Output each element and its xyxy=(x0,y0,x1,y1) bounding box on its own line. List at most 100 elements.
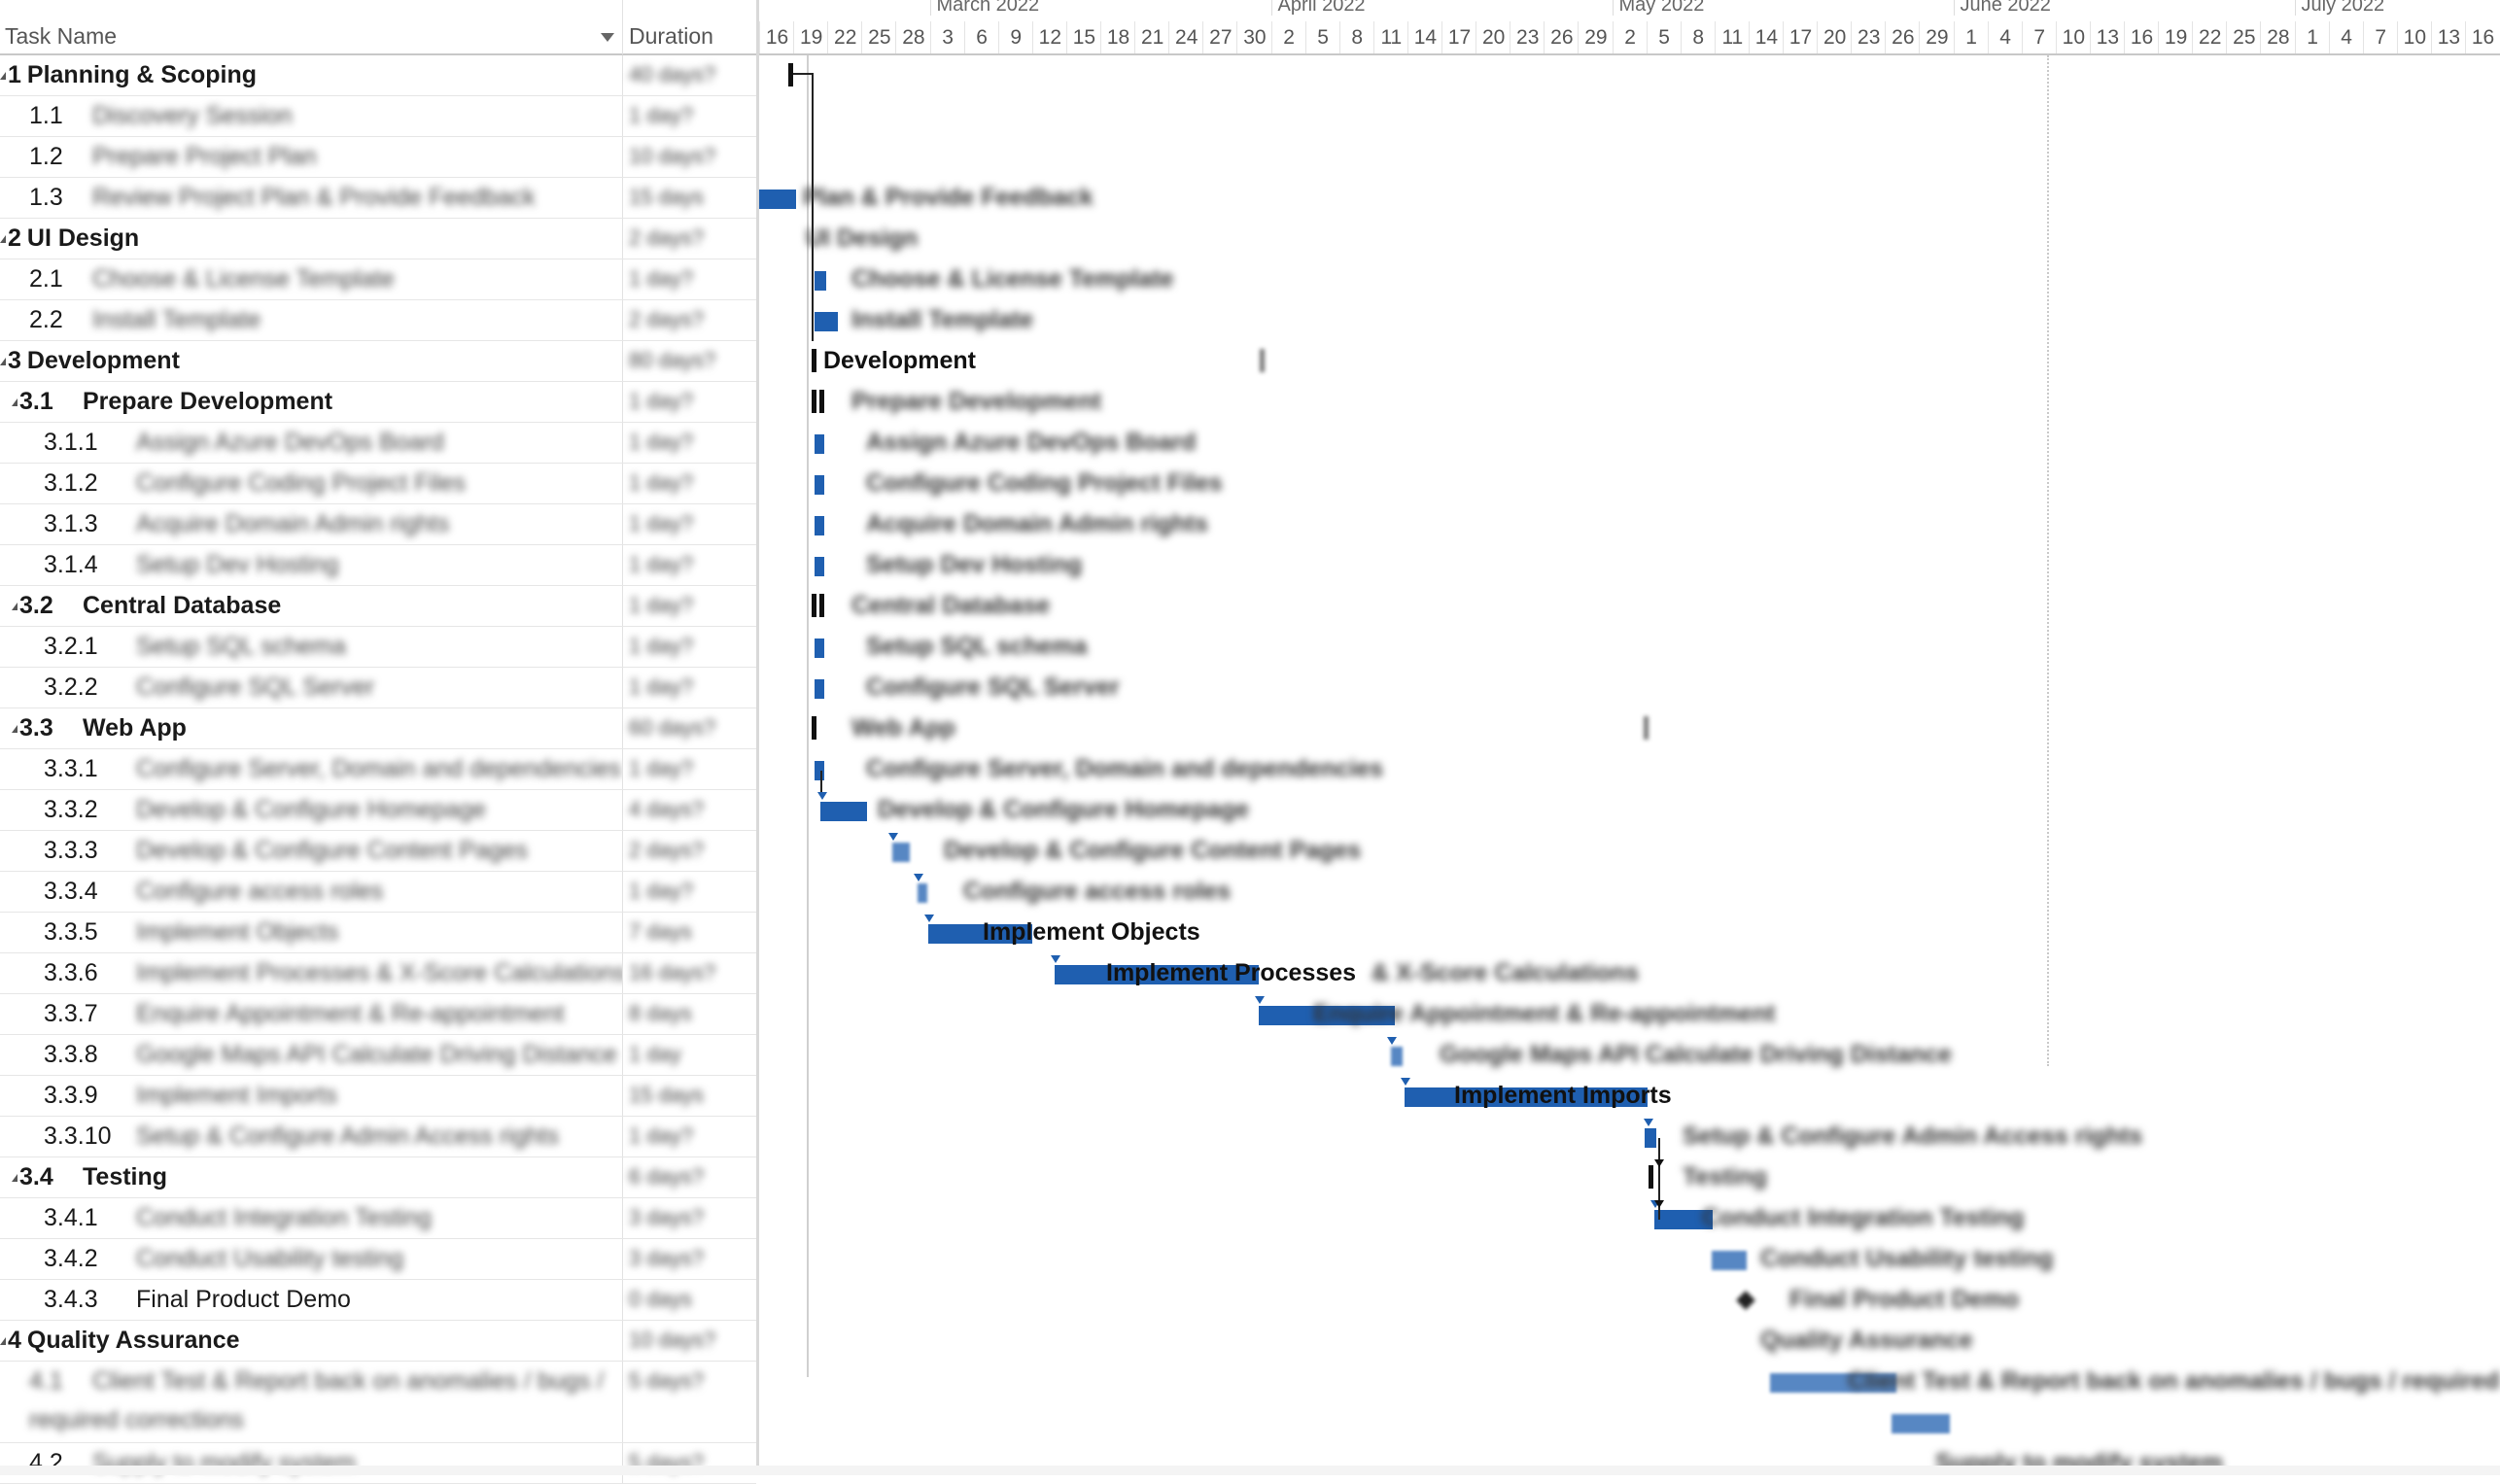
summary-bar[interactable] xyxy=(1649,1165,1653,1189)
task-name-cell[interactable]: 4.1 Client Test & Report back on anomalie… xyxy=(0,1362,622,1442)
task-bar[interactable] xyxy=(815,761,824,780)
task-name-cell[interactable]: 4.2 Supply to modify system xyxy=(0,1443,622,1483)
task-row[interactable]: 3.2.2 Configure SQL Server 1 day? xyxy=(0,668,756,708)
horizontal-scrollbar[interactable] xyxy=(0,1466,2500,1475)
task-row[interactable]: 2.2 Install Template 2 days? xyxy=(0,300,756,341)
task-row[interactable]: 3.3.8 Google Maps API Calculate Driving D… xyxy=(0,1035,756,1076)
task-name-cell[interactable]: 3.3.7 Enquire Appointment & Re-appointmen… xyxy=(0,994,622,1034)
task-row[interactable]: 3.4.1 Conduct Integration Testing 3 days? xyxy=(0,1198,756,1239)
summary-bar[interactable] xyxy=(788,63,793,86)
duration-cell[interactable]: 2 days? xyxy=(622,300,756,340)
task-name-cell[interactable]: 3.4.2 Conduct Usability testing xyxy=(0,1239,622,1279)
link-arrow-icon[interactable] xyxy=(1654,1159,1664,1167)
task-name-cell[interactable]: 1.1 Discovery Session xyxy=(0,96,622,136)
task-row[interactable]: 3.3.5 Implement Objects 7 days xyxy=(0,913,756,953)
task-row[interactable]: 1.2 Prepare Project Plan 10 days? xyxy=(0,137,756,178)
link-arrow-icon[interactable] xyxy=(924,915,934,922)
task-bar[interactable] xyxy=(815,312,838,331)
summary-bar[interactable] xyxy=(1260,349,1265,372)
link-arrow-icon[interactable] xyxy=(817,792,827,800)
task-bar[interactable] xyxy=(820,802,867,821)
duration-cell[interactable]: 1 day? xyxy=(622,96,756,136)
task-bar[interactable] xyxy=(892,843,910,862)
task-row[interactable]: 4.2 Supply to modify system 5 days? xyxy=(0,1443,756,1484)
duration-cell[interactable]: 8 days xyxy=(622,994,756,1034)
duration-cell[interactable]: 1 day? xyxy=(622,586,756,626)
task-name-cell[interactable]: 3.4.1 Conduct Integration Testing xyxy=(0,1198,622,1238)
duration-cell[interactable]: 1 day? xyxy=(622,423,756,463)
task-name-cell[interactable]: 3.3.2 Develop & Configure Homepage xyxy=(0,790,622,830)
duration-cell[interactable]: 1 day? xyxy=(622,1117,756,1156)
task-row[interactable]: 3.3.10 Setup & Configure Admin Access rig… xyxy=(0,1117,756,1157)
task-name-cell[interactable]: 2.2 Install Template xyxy=(0,300,622,340)
collapse-caret-icon[interactable] xyxy=(0,1337,6,1346)
duration-cell[interactable]: 0 days xyxy=(622,1280,756,1320)
task-name-cell[interactable]: 3.3.9 Implement Imports xyxy=(0,1076,622,1116)
collapse-caret-icon[interactable] xyxy=(12,1174,17,1183)
duration-cell[interactable]: 15 days xyxy=(622,178,756,218)
task-name-cell[interactable]: 3.3.3 Develop & Configure Content Pages xyxy=(0,831,622,871)
task-row[interactable]: 3.3.6 Implement Processes & X-Score Calcu… xyxy=(0,953,756,994)
summary-task-row[interactable]: 1 Planning & Scoping 40 days? xyxy=(0,55,756,96)
link-arrow-icon[interactable] xyxy=(888,833,898,841)
task-row[interactable]: 3.3.9 Implement Imports 15 days xyxy=(0,1076,756,1117)
duration-cell[interactable]: 16 days? xyxy=(622,953,756,993)
task-name-cell[interactable]: 3.1.4 Setup Dev Hosting xyxy=(0,545,622,585)
duration-cell[interactable]: 1 day? xyxy=(622,872,756,912)
duration-cell[interactable]: 5 days? xyxy=(622,1443,756,1483)
task-name-cell[interactable]: 3.4.3 Final Product Demo xyxy=(0,1280,622,1320)
link-arrow-icon[interactable] xyxy=(1255,996,1265,1004)
task-name-cell[interactable]: 3.3.4 Configure access roles xyxy=(0,872,622,912)
task-bar[interactable] xyxy=(918,883,927,903)
task-name-cell[interactable]: 3.1 Prepare Development xyxy=(0,382,622,422)
collapse-caret-icon[interactable] xyxy=(12,603,17,611)
duration-cell[interactable]: 7 days xyxy=(622,913,756,952)
duration-cell[interactable]: 1 day? xyxy=(622,668,756,707)
task-name-cell[interactable]: 2 UI Design xyxy=(0,219,622,259)
duration-cell[interactable]: 6 days? xyxy=(622,1157,756,1197)
task-row[interactable]: 1.3 Review Project Plan & Provide Feedbac… xyxy=(0,178,756,219)
link-arrow-icon[interactable] xyxy=(1644,1119,1653,1126)
summary-bar[interactable] xyxy=(812,390,816,413)
duration-cell[interactable]: 3 days? xyxy=(622,1239,756,1279)
task-row[interactable]: 3.3.1 Configure Server, Domain and depend… xyxy=(0,749,756,790)
task-bar[interactable] xyxy=(1645,1128,1656,1148)
task-name-cell[interactable]: 3.2.1 Setup SQL schema xyxy=(0,627,622,667)
milestone-diamond[interactable] xyxy=(1736,1291,1755,1310)
duration-cell[interactable]: 3 days? xyxy=(622,1198,756,1238)
task-name-cell[interactable]: 4 Quality Assurance xyxy=(0,1321,622,1361)
summary-task-row[interactable]: 4 Quality Assurance 10 days? xyxy=(0,1321,756,1362)
duration-cell[interactable]: 1 day? xyxy=(622,464,756,503)
task-row[interactable]: 2.1 Choose & License Template 1 day? xyxy=(0,259,756,300)
task-name-cell[interactable]: 3.1.1 Assign Azure DevOps Board xyxy=(0,423,622,463)
task-name-cell[interactable]: 3.3.5 Implement Objects xyxy=(0,913,622,952)
task-row[interactable]: 3.3.3 Develop & Configure Content Pages 2 … xyxy=(0,831,756,872)
summary-bar[interactable] xyxy=(812,349,816,372)
task-bar[interactable] xyxy=(815,638,824,658)
task-name-cell[interactable]: 3 Development xyxy=(0,341,622,381)
task-name-cell[interactable]: 3.4 Testing xyxy=(0,1157,622,1197)
task-row[interactable]: 3.2.1 Setup SQL schema 1 day? xyxy=(0,627,756,668)
task-name-cell[interactable]: 3.1.3 Acquire Domain Admin rights xyxy=(0,504,622,544)
duration-cell[interactable]: 1 day? xyxy=(622,259,756,299)
task-row[interactable]: 3.1.1 Assign Azure DevOps Board 1 day? xyxy=(0,423,756,464)
column-header-task-name[interactable]: Task Name xyxy=(0,0,622,55)
task-name-cell[interactable]: 3.3.10 Setup & Configure Admin Access rig… xyxy=(0,1117,622,1156)
task-name-cell[interactable]: 3.2 Central Database xyxy=(0,586,622,626)
summary-task-row[interactable]: 3.2 Central Database 1 day? xyxy=(0,586,756,627)
link-arrow-icon[interactable] xyxy=(1654,1200,1664,1208)
collapse-caret-icon[interactable] xyxy=(12,398,17,407)
summary-bar[interactable] xyxy=(819,594,824,617)
task-name-cell[interactable]: 2.1 Choose & License Template xyxy=(0,259,622,299)
summary-task-row[interactable]: 3.3 Web App 60 days? xyxy=(0,708,756,749)
task-row[interactable]: 3.1.3 Acquire Domain Admin rights 1 day? xyxy=(0,504,756,545)
duration-cell[interactable]: 4 days? xyxy=(622,790,756,830)
summary-bar[interactable] xyxy=(819,390,824,413)
task-row[interactable]: 3.4.2 Conduct Usability testing 3 days? xyxy=(0,1239,756,1280)
task-row[interactable]: 3.1.2 Configure Coding Project Files 1 day… xyxy=(0,464,756,504)
task-bar[interactable] xyxy=(759,190,796,209)
duration-cell[interactable]: 80 days? xyxy=(622,341,756,381)
duration-cell[interactable]: 1 day? xyxy=(622,382,756,422)
column-header-duration[interactable]: Duration xyxy=(622,0,756,55)
duration-cell[interactable]: 1 day? xyxy=(622,749,756,789)
